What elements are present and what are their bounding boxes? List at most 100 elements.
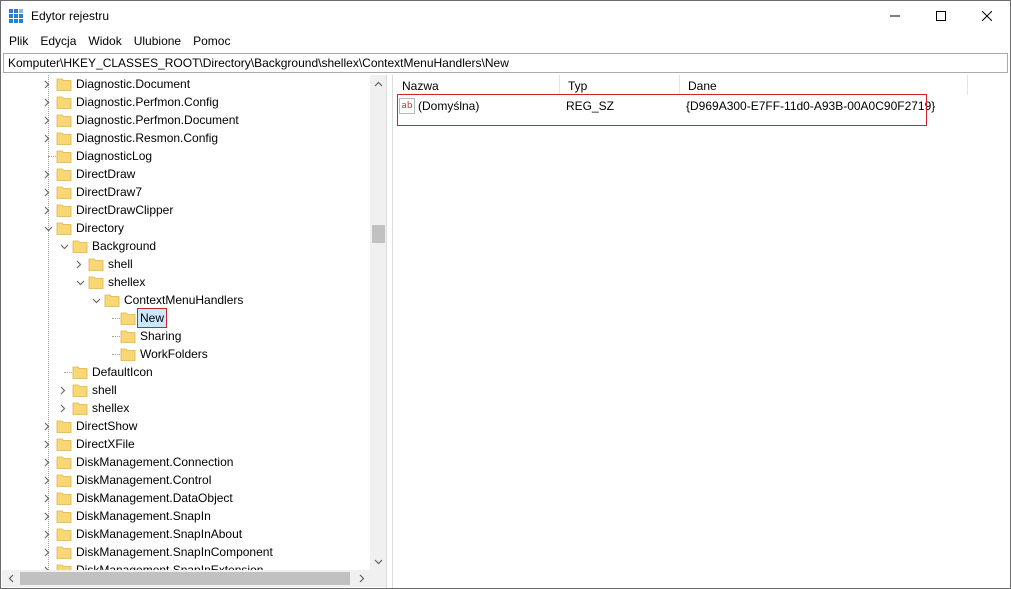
- tree-vertical-scroll-thumb[interactable]: [372, 225, 385, 243]
- column-header-data[interactable]: Dane: [680, 75, 968, 95]
- tree-node[interactable]: Diagnostic.Perfmon.Config: [2, 93, 370, 111]
- collapse-chevron-icon[interactable]: [58, 237, 70, 255]
- expand-chevron-icon[interactable]: [42, 75, 54, 93]
- expand-chevron-icon[interactable]: [42, 165, 54, 183]
- tree-node[interactable]: DefaultIcon: [2, 363, 370, 381]
- tree-node-label[interactable]: Directory: [74, 219, 126, 237]
- expand-chevron-icon[interactable]: [42, 543, 54, 561]
- tree-node[interactable]: DiskManagement.SnapInComponent: [2, 543, 370, 561]
- tree-node-label[interactable]: DiskManagement.Control: [74, 471, 213, 489]
- tree-node[interactable]: Directory: [2, 219, 370, 237]
- tree-node[interactable]: DirectXFile: [2, 435, 370, 453]
- collapse-chevron-icon[interactable]: [42, 219, 54, 237]
- scroll-down-arrow[interactable]: [370, 553, 386, 570]
- tree-node[interactable]: Diagnostic.Document: [2, 75, 370, 93]
- tree-node[interactable]: Diagnostic.Perfmon.Document: [2, 111, 370, 129]
- menu-view[interactable]: Widok: [82, 31, 127, 52]
- close-button[interactable]: [964, 1, 1010, 31]
- column-header-name[interactable]: Nazwa: [394, 75, 560, 95]
- tree-node-label[interactable]: shellex: [106, 273, 147, 291]
- tree-node[interactable]: Diagnostic.Resmon.Config: [2, 129, 370, 147]
- collapse-chevron-icon[interactable]: [74, 273, 86, 291]
- value-row[interactable]: ab (Domyślna) REG_SZ {D969A300-E7FF-11d0…: [394, 97, 1009, 115]
- tree-node-label[interactable]: WorkFolders: [138, 345, 210, 363]
- tree-node-label[interactable]: DiagnosticLog: [74, 147, 154, 165]
- tree-vertical-scrollbar[interactable]: [370, 75, 386, 570]
- pane-splitter[interactable]: [387, 75, 393, 588]
- tree-node[interactable]: shell: [2, 381, 370, 399]
- tree-node-label[interactable]: DirectXFile: [74, 435, 137, 453]
- tree-node-label[interactable]: shell: [90, 381, 119, 399]
- tree-node-label[interactable]: Diagnostic.Resmon.Config: [74, 129, 220, 147]
- tree-node[interactable]: DiskManagement.SnapInExtension: [2, 561, 370, 570]
- tree-node-label[interactable]: DiskManagement.Connection: [74, 453, 235, 471]
- tree-node[interactable]: DiskManagement.DataObject: [2, 489, 370, 507]
- tree-node[interactable]: DiskManagement.SnapInAbout: [2, 525, 370, 543]
- tree-node[interactable]: DirectShow: [2, 417, 370, 435]
- tree-node-label[interactable]: DirectDraw: [74, 165, 137, 183]
- expand-chevron-icon[interactable]: [42, 489, 54, 507]
- menu-favorites[interactable]: Ulubione: [128, 31, 187, 52]
- expand-chevron-icon[interactable]: [58, 399, 70, 417]
- tree-node-label[interactable]: Background: [90, 237, 158, 255]
- tree-node[interactable]: DiskManagement.SnapIn: [2, 507, 370, 525]
- expand-chevron-icon[interactable]: [42, 453, 54, 471]
- tree-node-label[interactable]: DiskManagement.SnapInComponent: [74, 543, 275, 561]
- tree-node-label[interactable]: DirectDrawClipper: [74, 201, 175, 219]
- expand-chevron-icon[interactable]: [74, 255, 86, 273]
- tree-node[interactable]: DiagnosticLog: [2, 147, 370, 165]
- expand-chevron-icon[interactable]: [42, 201, 54, 219]
- tree-node[interactable]: Background: [2, 237, 370, 255]
- tree-node[interactable]: DiskManagement.Connection: [2, 453, 370, 471]
- tree-node-label[interactable]: DiskManagement.SnapIn: [74, 507, 213, 525]
- scroll-up-arrow[interactable]: [370, 75, 386, 92]
- tree-node[interactable]: shellex: [2, 273, 370, 291]
- column-header-type[interactable]: Typ: [560, 75, 680, 95]
- expand-chevron-icon[interactable]: [42, 417, 54, 435]
- tree-node-label[interactable]: Sharing: [138, 327, 183, 345]
- tree-horizontal-scrollbar[interactable]: [2, 570, 370, 587]
- tree-node-label[interactable]: DiskManagement.DataObject: [74, 489, 235, 507]
- tree-node[interactable]: DirectDraw7: [2, 183, 370, 201]
- title-bar[interactable]: Edytor rejestru: [1, 1, 1010, 31]
- tree-node-label[interactable]: DirectShow: [74, 417, 139, 435]
- menu-help[interactable]: Pomoc: [187, 31, 236, 52]
- expand-chevron-icon[interactable]: [42, 525, 54, 543]
- tree-node[interactable]: shell: [2, 255, 370, 273]
- expand-chevron-icon[interactable]: [42, 435, 54, 453]
- tree-node[interactable]: ContextMenuHandlers: [2, 291, 370, 309]
- scroll-left-arrow[interactable]: [2, 570, 19, 587]
- tree-node-label[interactable]: shell: [106, 255, 135, 273]
- maximize-button[interactable]: [918, 1, 964, 31]
- tree-node-label[interactable]: Diagnostic.Perfmon.Config: [74, 93, 221, 111]
- tree-node-label[interactable]: DiskManagement.SnapInAbout: [74, 525, 244, 543]
- tree-node-label[interactable]: DirectDraw7: [74, 183, 144, 201]
- tree-node[interactable]: Sharing: [2, 327, 370, 345]
- expand-chevron-icon[interactable]: [42, 111, 54, 129]
- tree-node[interactable]: DiskManagement.Control: [2, 471, 370, 489]
- tree-node-label[interactable]: DiskManagement.SnapInExtension: [74, 561, 265, 570]
- tree-node[interactable]: DirectDraw: [2, 165, 370, 183]
- tree-node-label[interactable]: Diagnostic.Document: [74, 75, 192, 93]
- tree-node-label-selected[interactable]: New: [136, 308, 168, 328]
- menu-file[interactable]: Plik: [3, 31, 34, 52]
- tree-node-label[interactable]: shellex: [90, 399, 131, 417]
- minimize-button[interactable]: [872, 1, 918, 31]
- tree-node-label[interactable]: Diagnostic.Perfmon.Document: [74, 111, 241, 129]
- scroll-right-arrow[interactable]: [353, 570, 370, 587]
- expand-chevron-icon[interactable]: [42, 93, 54, 111]
- tree-node-label[interactable]: ContextMenuHandlers: [122, 291, 245, 309]
- expand-chevron-icon[interactable]: [42, 471, 54, 489]
- menu-edit[interactable]: Edycja: [34, 31, 82, 52]
- tree-node-label[interactable]: DefaultIcon: [90, 363, 155, 381]
- tree-node[interactable]: New: [2, 308, 370, 328]
- tree-node[interactable]: shellex: [2, 399, 370, 417]
- expand-chevron-icon[interactable]: [58, 381, 70, 399]
- tree-horizontal-scroll-thumb[interactable]: [20, 572, 350, 585]
- address-bar[interactable]: Komputer\HKEY_CLASSES_ROOT\Directory\Bac…: [3, 53, 1008, 73]
- tree-node[interactable]: WorkFolders: [2, 345, 370, 363]
- expand-chevron-icon[interactable]: [42, 129, 54, 147]
- expand-chevron-icon[interactable]: [42, 561, 54, 570]
- expand-chevron-icon[interactable]: [42, 507, 54, 525]
- tree-node[interactable]: DirectDrawClipper: [2, 201, 370, 219]
